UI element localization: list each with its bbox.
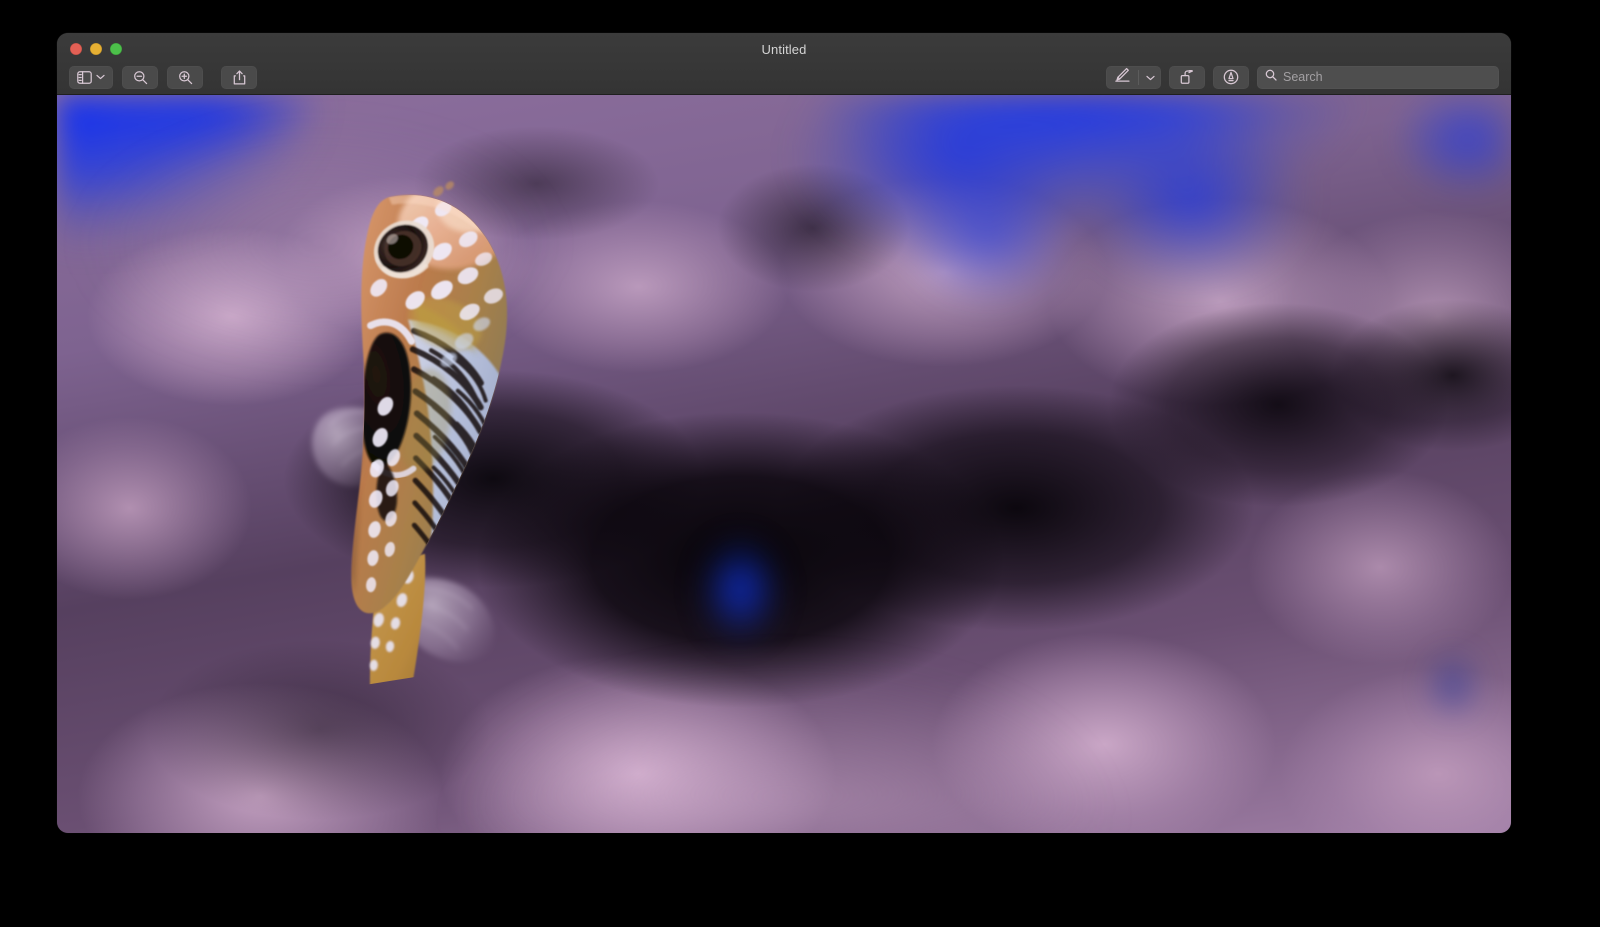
close-button[interactable] [70, 43, 82, 55]
markup-pen-icon [1115, 67, 1130, 87]
zoom-out-button[interactable] [122, 66, 158, 89]
search-icon [1265, 68, 1277, 86]
chevron-down-icon [1146, 68, 1155, 86]
zoom-out-icon [133, 70, 148, 85]
window-titlebar: Untitled [57, 33, 1511, 95]
zoom-in-icon [178, 70, 193, 85]
preview-window: Untitled [57, 33, 1511, 833]
annotate-button[interactable] [1213, 66, 1249, 89]
search-input[interactable]: Search [1283, 70, 1323, 84]
toolbar-left-group [69, 66, 257, 89]
traffic-light-group [70, 43, 122, 55]
maximize-button[interactable] [110, 43, 122, 55]
share-button[interactable] [221, 66, 257, 89]
desktop-background: Untitled [0, 0, 1600, 927]
sidebar-toggle-button[interactable] [69, 66, 113, 89]
image-canvas[interactable] [57, 95, 1511, 833]
toolbar: Search [57, 60, 1511, 94]
sidebar-icon [77, 71, 92, 84]
markup-button[interactable] [1106, 66, 1138, 89]
toolbar-right-group: Search [1106, 66, 1499, 89]
markup-button-group[interactable] [1106, 66, 1161, 89]
window-title: Untitled [57, 42, 1511, 57]
search-field[interactable]: Search [1257, 66, 1499, 89]
markup-dropdown-button[interactable] [1139, 66, 1161, 89]
annotate-circle-icon [1223, 69, 1239, 85]
chevron-down-icon [96, 74, 105, 80]
rotate-left-icon [1180, 70, 1195, 85]
minimize-button[interactable] [90, 43, 102, 55]
dorsal-nubs [430, 179, 458, 199]
share-icon [233, 70, 246, 85]
zoom-in-button[interactable] [167, 66, 203, 89]
rotate-button[interactable] [1169, 66, 1205, 89]
